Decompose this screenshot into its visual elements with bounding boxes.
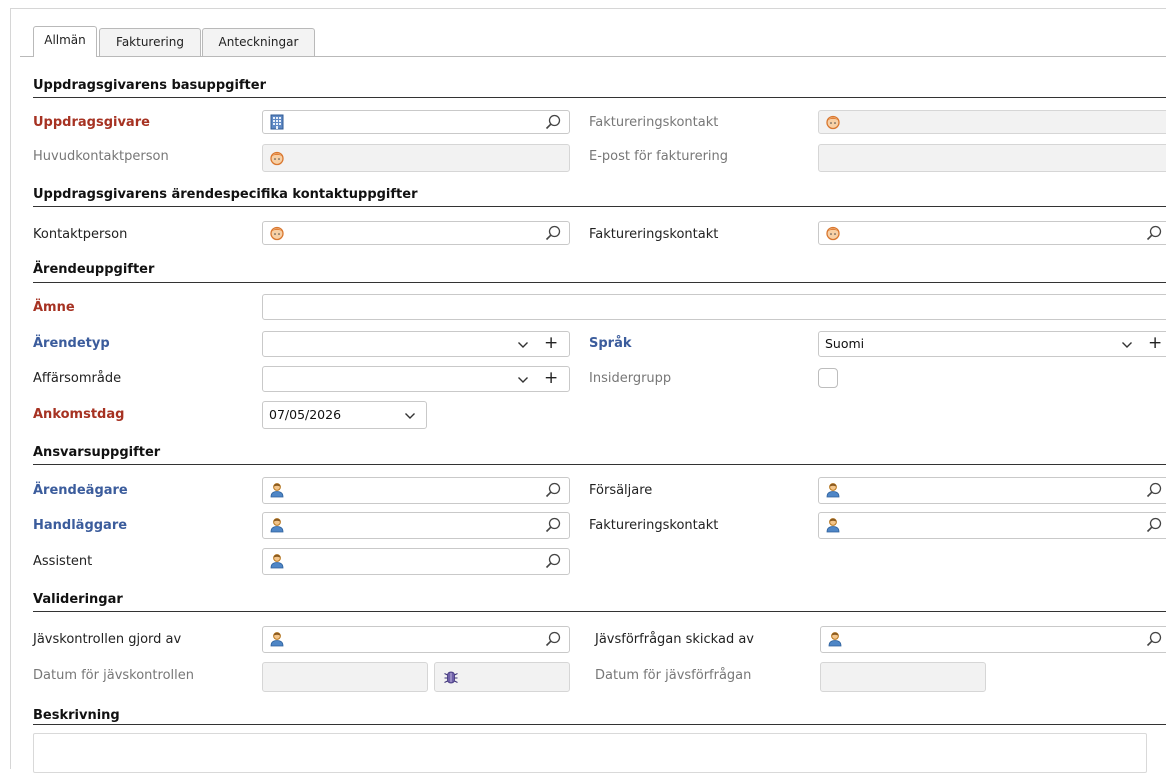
contact-face-icon (270, 226, 284, 241)
subject-input[interactable] (262, 294, 1166, 320)
seller-field[interactable] (818, 477, 1166, 504)
conflict-request-by-field[interactable] (820, 626, 1166, 653)
tab-general[interactable]: Allmän (33, 26, 97, 57)
add-icon[interactable]: + (544, 335, 558, 352)
section-title-specific-contacts: Uppdragsgivarens ärendespecifika kontakt… (33, 187, 418, 202)
billing-contact-3-field[interactable] (818, 512, 1166, 539)
section-title-description: Beskrivning (33, 708, 120, 723)
subject-label: Ämne (33, 300, 75, 315)
case-owner-label: Ärendeägare (33, 483, 128, 498)
language-label: Språk (589, 336, 632, 351)
billing-contact-3-label: Faktureringskontakt (589, 518, 719, 533)
client-field[interactable] (262, 110, 570, 134)
billing-contact-2-field[interactable] (818, 221, 1166, 245)
user-icon (826, 518, 840, 533)
conflict-check-date-field (262, 662, 428, 692)
case-owner-field[interactable] (262, 477, 570, 504)
main-contact-field (262, 144, 570, 172)
assistant-field[interactable] (262, 548, 570, 575)
language-select[interactable]: Suomi + (818, 331, 1166, 357)
case-type-select[interactable]: + (262, 331, 570, 357)
section-title-basic: Uppdragsgivarens basuppgifter (33, 78, 266, 93)
billing-contact-label: Faktureringskontakt (589, 115, 719, 130)
search-icon[interactable] (545, 482, 561, 498)
billing-contact-field (818, 110, 1166, 134)
billing-email-label: E-post för fakturering (589, 149, 729, 164)
search-icon[interactable] (545, 631, 561, 647)
arrival-date-value: 07/05/2026 (269, 407, 342, 422)
conflict-request-date-label: Datum för jävsförfrågan (595, 668, 752, 683)
section-title-case: Ärendeuppgifter (33, 262, 155, 277)
arrival-date-picker[interactable]: 07/05/2026 (262, 401, 427, 429)
contact-face-icon (826, 115, 840, 130)
section-rule (33, 724, 1166, 725)
billing-email-field (818, 144, 1166, 172)
search-icon[interactable] (1146, 517, 1162, 533)
description-textarea[interactable] (33, 733, 1147, 773)
section-rule (33, 611, 1166, 612)
contact-person-field[interactable] (262, 221, 570, 245)
conflict-check-status-field (434, 662, 570, 692)
section-title-validations: Valideringar (33, 592, 123, 607)
section-rule (33, 97, 1166, 98)
insider-group-checkbox[interactable] (818, 368, 838, 388)
conflict-check-by-field[interactable] (262, 626, 570, 653)
business-area-select[interactable]: + (262, 366, 570, 392)
search-icon[interactable] (1146, 631, 1162, 647)
bug-icon (444, 671, 458, 684)
handler-field[interactable] (262, 512, 570, 539)
user-icon (270, 483, 284, 498)
section-rule (33, 206, 1166, 207)
seller-label: Försäljare (589, 483, 653, 498)
main-contact-label: Huvudkontaktperson (33, 149, 169, 164)
section-title-responsibility: Ansvarsuppgifter (33, 445, 161, 460)
arrival-date-label: Ankomstdag (33, 407, 125, 422)
section-rule (33, 282, 1166, 283)
chevron-down-icon (518, 377, 528, 383)
insider-group-label: Insidergrupp (589, 371, 672, 386)
contact-face-icon (270, 151, 284, 166)
conflict-request-date-field (820, 662, 986, 692)
user-icon (270, 632, 284, 647)
chevron-down-icon (1122, 342, 1132, 348)
search-icon[interactable] (1146, 225, 1162, 241)
search-icon[interactable] (545, 114, 561, 130)
conflict-request-by-label: Jävsförfrågan skickad av (595, 632, 754, 647)
contact-person-label: Kontaktperson (33, 227, 128, 242)
conflict-check-date-label: Datum för jävskontrollen (33, 668, 194, 683)
assistant-label: Assistent (33, 554, 93, 569)
user-icon (826, 483, 840, 498)
client-label: Uppdragsgivare (33, 115, 150, 130)
handler-label: Handläggare (33, 518, 128, 533)
add-icon[interactable]: + (1148, 335, 1162, 352)
search-icon[interactable] (1146, 482, 1162, 498)
language-value: Suomi (825, 336, 865, 351)
section-rule (33, 464, 1166, 465)
search-icon[interactable] (545, 517, 561, 533)
chevron-down-icon (518, 342, 528, 348)
search-icon[interactable] (545, 553, 561, 569)
user-icon (270, 518, 284, 533)
add-icon[interactable]: + (544, 370, 558, 387)
tab-divider (20, 56, 1166, 57)
chevron-down-icon (405, 413, 415, 419)
business-area-label: Affärsområde (33, 371, 122, 386)
tab-billing[interactable]: Fakturering (99, 28, 201, 56)
search-icon[interactable] (545, 225, 561, 241)
tab-notes[interactable]: Anteckningar (202, 28, 315, 56)
conflict-check-by-label: Jävskontrollen gjord av (33, 632, 182, 647)
user-icon (270, 554, 284, 569)
user-icon (828, 632, 842, 647)
building-icon (270, 114, 284, 130)
contact-face-icon (826, 226, 840, 241)
case-type-label: Ärendetyp (33, 336, 110, 351)
billing-contact-2-label: Faktureringskontakt (589, 227, 719, 242)
